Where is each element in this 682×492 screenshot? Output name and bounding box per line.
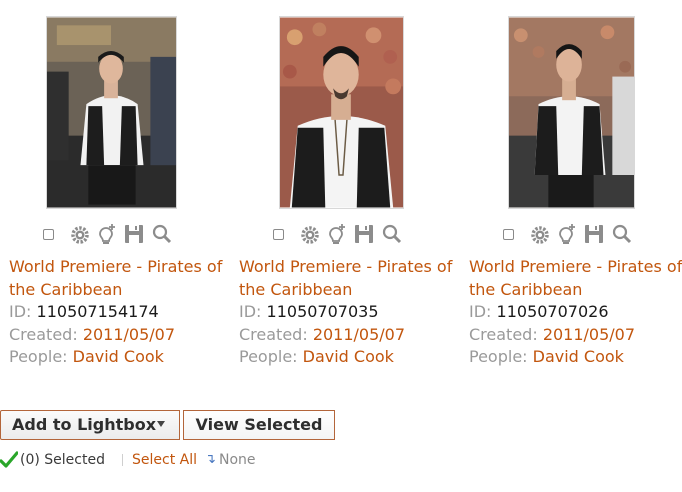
created-link[interactable]: 2011/05/07 [543,325,635,344]
card-title[interactable]: World Premiere - Pirates of the Caribbea… [9,256,239,301]
people-link[interactable]: David Cook [73,347,164,366]
id-label: ID: [239,302,262,321]
dropdown-caret-icon [157,421,165,427]
card-meta: World Premiere - Pirates of the Caribbea… [239,256,469,369]
select-checkbox[interactable] [43,229,54,240]
people-link[interactable]: David Cook [533,347,624,366]
created-link[interactable]: 2011/05/07 [313,325,405,344]
created-label: Created: [239,324,308,344]
zoom-icon[interactable] [151,222,173,246]
id-value: 110507154174 [36,302,159,321]
zoom-icon[interactable] [381,222,403,246]
result-card: World Premiere - Pirates of the Caribbea… [9,16,229,366]
card-title[interactable]: World Premiere - Pirates of the Caribbea… [469,256,682,301]
card-meta: World Premiere - Pirates of the Caribbea… [469,256,682,369]
add-to-lightbox-button[interactable]: Add to Lightbox [0,410,180,440]
people-label: People: [239,347,298,366]
view-selected-button[interactable]: View Selected [183,410,335,440]
select-all-link[interactable]: Select All [132,450,197,470]
thumbnail-area [9,16,229,209]
photo-image [280,17,403,208]
photo-thumbnail[interactable] [508,16,635,209]
result-card: World Premiere - Pirates of the Caribbea… [239,16,459,366]
lightbulb-plus-icon[interactable] [95,222,117,246]
card-meta: World Premiere - Pirates of the Caribbea… [9,256,239,369]
card-title[interactable]: World Premiere - Pirates of the Caribbea… [239,256,469,301]
thumbnail-area [239,16,459,209]
select-checkbox[interactable] [503,229,514,240]
down-arrow-icon: ↴ [205,452,216,467]
lightbulb-plus-icon[interactable] [325,222,347,246]
checkmark-icon [0,450,19,470]
zoom-icon[interactable] [611,222,633,246]
created-link[interactable]: 2011/05/07 [83,325,175,344]
add-to-lightbox-label: Add to Lightbox [12,415,157,434]
lightbulb-plus-icon[interactable] [555,222,577,246]
save-icon[interactable] [353,222,375,246]
created-label: Created: [469,324,538,344]
gear-icon[interactable] [69,222,91,246]
select-checkbox[interactable] [273,229,284,240]
thumbnail-area [469,16,682,209]
id-value: 11050707035 [266,302,379,321]
select-none-link[interactable]: None [219,450,256,470]
save-icon[interactable] [123,222,145,246]
view-selected-label: View Selected [195,415,323,434]
gear-icon[interactable] [299,222,321,246]
photo-image [509,17,634,208]
photo-thumbnail[interactable] [46,16,177,209]
id-value: 11050707026 [496,302,609,321]
selected-count: (0) Selected [20,452,105,468]
save-icon[interactable] [583,222,605,246]
people-label: People: [9,347,68,366]
id-label: ID: [469,302,492,321]
divider [122,454,123,466]
gear-icon[interactable] [529,222,551,246]
photo-thumbnail[interactable] [279,16,404,209]
created-label: Created: [9,324,78,344]
people-link[interactable]: David Cook [303,347,394,366]
result-card: World Premiere - Pirates of the Caribbea… [469,16,682,366]
photo-image [47,17,176,208]
people-label: People: [469,347,528,366]
id-label: ID: [9,302,32,321]
